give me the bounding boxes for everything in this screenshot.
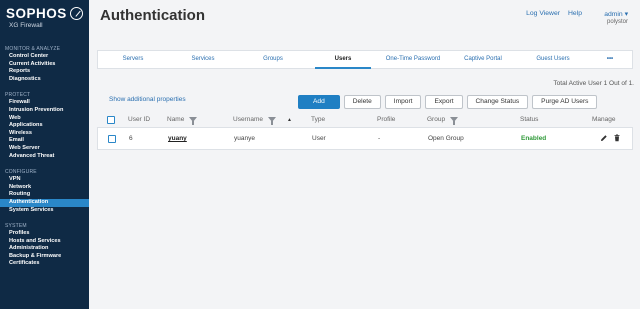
sidebar-item-current-activities[interactable]: Current Activities [0, 61, 89, 69]
tab-one-time-password[interactable]: One-Time Password [378, 51, 448, 68]
tab-captive-portal[interactable]: Captive Portal [448, 51, 518, 68]
sidebar-item-routing[interactable]: Routing [0, 191, 89, 199]
page-title: Authentication [100, 7, 205, 24]
nav-group-configure: CONFIGURE VPN Network Routing Authentica… [0, 169, 89, 214]
tab-users[interactable]: Users [308, 51, 378, 69]
col-profile[interactable]: Profile [377, 116, 427, 123]
sidebar-item-control-center[interactable]: Control Center [0, 53, 89, 61]
device-name: polystor [606, 19, 628, 25]
sidebar-item-administration[interactable]: Administration [0, 245, 89, 253]
cell-group: Open Group [428, 135, 464, 142]
nav-heading: PROTECT [5, 92, 31, 99]
col-manage: Manage [592, 116, 616, 123]
cell-user-id: 6 [129, 135, 133, 142]
users-table: User ID Name Username ▲ Type Profile Gro… [97, 112, 633, 150]
delete-button[interactable]: Delete [343, 95, 381, 109]
sidebar-item-profiles[interactable]: Profiles [0, 230, 89, 238]
sidebar-item-advanced-threat[interactable]: Advanced Threat [0, 153, 89, 161]
brand: SOPHOS XG Firewall [0, 0, 89, 29]
nav-group-system: SYSTEM Profiles Hosts and Services Admin… [0, 223, 89, 268]
sidebar-item-hosts-and-services[interactable]: Hosts and Services [0, 238, 89, 246]
import-button[interactable]: Import [384, 95, 422, 109]
cell-status: Enabled [521, 135, 547, 142]
col-status[interactable]: Status [520, 116, 592, 123]
sidebar-item-diagnostics[interactable]: Diagnostics [0, 76, 89, 84]
col-type[interactable]: Type [311, 116, 377, 123]
sidebar-item-vpn[interactable]: VPN [0, 176, 89, 184]
tab-servers[interactable]: Servers [98, 51, 168, 68]
tab-bar: Servers Services Groups Users One-Time P… [97, 50, 633, 69]
sidebar-item-web[interactable]: Web [0, 115, 89, 123]
sidebar: SOPHOS XG Firewall MONITOR & ANALYZE Con… [0, 0, 89, 309]
col-name[interactable]: Name [167, 116, 184, 123]
col-user-id[interactable]: User ID [128, 116, 167, 123]
tab-guest-users[interactable]: Guest Users [518, 51, 588, 68]
trash-icon[interactable] [613, 134, 621, 144]
col-group[interactable]: Group [427, 116, 445, 123]
cell-name-link[interactable]: yuany [168, 135, 187, 142]
nav-heading: MONITOR & ANALYZE [5, 46, 61, 52]
change-status-button[interactable]: Change Status [466, 95, 529, 109]
sidebar-nav: MONITOR & ANALYZE Control Center Current… [0, 46, 89, 268]
table-row: 6 yuany yuanye User - Open Group Enabled [97, 127, 633, 150]
sidebar-item-email[interactable]: Email [0, 137, 89, 145]
show-additional-properties-link[interactable]: Show additional properties [109, 96, 186, 103]
top-links: Log Viewer Help [526, 10, 582, 17]
select-all-checkbox[interactable] [107, 115, 115, 124]
sophos-logo: SOPHOS [6, 6, 67, 21]
sidebar-item-reports[interactable]: Reports [0, 68, 89, 76]
sidebar-item-firewall[interactable]: Firewall [0, 99, 89, 107]
nav-group-protect: PROTECT Firewall Intrusion Prevention We… [0, 92, 89, 160]
sidebar-item-authentication[interactable]: Authentication [0, 198, 89, 207]
more-tabs-icon[interactable]: ••• [588, 51, 632, 68]
sidebar-item-network[interactable]: Network [0, 184, 89, 192]
sidebar-item-system-services[interactable]: System Services [0, 207, 89, 215]
sidebar-item-web-server[interactable]: Web Server [0, 145, 89, 153]
sort-ascending-icon[interactable]: ▲ [287, 117, 292, 123]
tab-groups[interactable]: Groups [238, 51, 308, 68]
group-filter-icon[interactable] [450, 117, 459, 125]
sidebar-item-wireless[interactable]: Wireless [0, 130, 89, 138]
username-filter-icon[interactable] [267, 117, 276, 125]
user-menu: admin ▾ polystor [604, 10, 628, 25]
sidebar-item-backup-firmware[interactable]: Backup & Firmware [0, 253, 89, 261]
cell-profile: - [378, 135, 381, 142]
row-checkbox[interactable] [108, 134, 116, 143]
log-viewer-link[interactable]: Log Viewer [526, 10, 560, 17]
cell-type: User [312, 135, 326, 142]
nav-heading: SYSTEM [5, 223, 27, 230]
tab-services[interactable]: Services [168, 51, 238, 68]
name-filter-icon[interactable] [189, 117, 198, 125]
logo-icon [69, 7, 83, 20]
pencil-icon[interactable] [600, 134, 608, 144]
sidebar-item-intrusion-prevention[interactable]: Intrusion Prevention [0, 107, 89, 115]
cell-username: yuanye [234, 135, 255, 142]
add-button[interactable]: Add [298, 95, 340, 109]
nav-heading: CONFIGURE [5, 169, 37, 176]
admin-dropdown[interactable]: admin ▾ [604, 10, 628, 18]
purge-ad-users-button[interactable]: Purge AD Users [532, 95, 598, 109]
help-link[interactable]: Help [568, 10, 582, 17]
product-name: XG Firewall [9, 22, 43, 29]
table-header: User ID Name Username ▲ Type Profile Gro… [97, 112, 633, 127]
sidebar-item-applications[interactable]: Applications [0, 122, 89, 130]
export-button[interactable]: Export [425, 95, 463, 109]
sidebar-item-certificates[interactable]: Certificates [0, 260, 89, 268]
user-count-summary: Total Active User 1 Out of 1. [553, 80, 634, 87]
col-username[interactable]: Username [233, 116, 263, 123]
action-toolbar: Add Delete Import Export Change Status P… [298, 95, 598, 109]
nav-group-monitor: MONITOR & ANALYZE Control Center Current… [0, 46, 89, 83]
